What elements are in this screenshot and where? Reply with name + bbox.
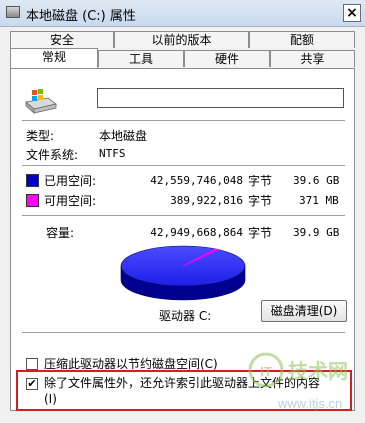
tab-security[interactable]: 安全 [10, 31, 114, 48]
site-watermark: IT 技术网 www.itjs.cn [248, 352, 348, 411]
watermark-url: www.itjs.cn [277, 396, 342, 411]
filesystem-value: NTFS [99, 147, 126, 160]
index-label-line2: (I) [44, 392, 57, 406]
hard-drive-icon [25, 89, 57, 114]
free-space-bytes: 389,922,816 [170, 194, 243, 207]
used-space-size: 39.6 GB [293, 174, 340, 187]
index-checkbox[interactable]: ✔ [26, 378, 38, 390]
divider [22, 215, 345, 216]
tab-hardware[interactable]: 硬件 [184, 50, 270, 67]
drive-icon [6, 6, 20, 18]
free-space-size: 371 MB [299, 194, 339, 207]
used-space-unit: 字节 [248, 174, 273, 188]
capacity-size: 39.9 GB [293, 226, 340, 239]
close-button[interactable]: × [343, 4, 361, 22]
filesystem-label: 文件系统: [26, 148, 79, 162]
type-label: 类型: [26, 129, 55, 143]
used-space-bytes: 42,559,746,048 [150, 174, 243, 187]
compress-checkbox[interactable] [26, 358, 38, 370]
free-space-unit: 字节 [248, 194, 273, 208]
tab-quota[interactable]: 配额 [249, 31, 355, 48]
divider [22, 120, 345, 121]
window-title: 本地磁盘 (C:) 属性 [26, 9, 136, 24]
tab-tools[interactable]: 工具 [98, 50, 184, 67]
capacity-unit: 字节 [248, 226, 273, 240]
used-space-swatch [26, 174, 39, 187]
free-space-swatch [26, 194, 39, 207]
title-bar: 本地磁盘 (C:) 属性 × [0, 0, 365, 27]
tab-sharing[interactable]: 共享 [270, 50, 355, 67]
capacity-label: 容量: [46, 226, 75, 240]
free-space-label: 可用空间: [44, 194, 97, 208]
disk-cleanup-button[interactable]: 磁盘清理(D) [261, 300, 347, 322]
capacity-bytes: 42,949,668,864 [150, 226, 243, 239]
watermark-brand: 技术网 [288, 359, 348, 383]
divider [22, 332, 345, 333]
drive-letter-label: 驱动器 C: [159, 309, 212, 323]
divider [22, 165, 345, 166]
volume-name-input[interactable] [97, 88, 344, 108]
watermark-logo: IT [260, 364, 272, 379]
tab-general[interactable]: 常规 [10, 48, 98, 68]
used-space-label: 已用空间: [44, 174, 97, 188]
disk-usage-pie [120, 245, 246, 301]
type-value: 本地磁盘 [99, 129, 148, 143]
tab-previous-versions[interactable]: 以前的版本 [114, 31, 249, 48]
